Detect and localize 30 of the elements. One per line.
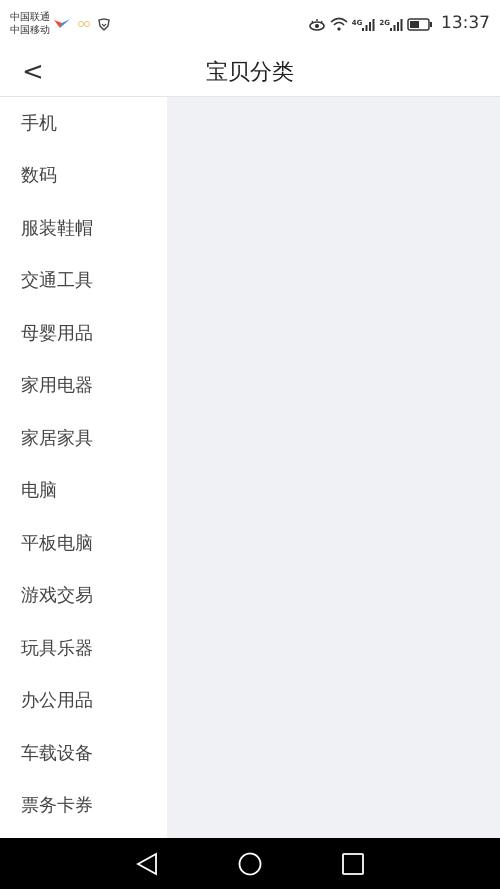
signal-icon bbox=[390, 18, 403, 30]
eye-icon bbox=[308, 18, 326, 30]
category-item[interactable]: 手机 bbox=[0, 97, 167, 150]
category-item[interactable]: 办公用品 bbox=[0, 674, 167, 727]
category-item[interactable]: 数码 bbox=[0, 150, 167, 202]
category-item[interactable]: 家用电器 bbox=[0, 360, 167, 412]
signal-icon bbox=[362, 18, 376, 30]
category-item[interactable]: 服装鞋帽 bbox=[0, 202, 167, 254]
battery-icon bbox=[407, 18, 433, 30]
category-item[interactable]: 游戏交易 bbox=[0, 570, 167, 622]
carrier-name: 中国移动 bbox=[10, 24, 50, 37]
home-nav-icon[interactable] bbox=[238, 852, 262, 876]
back-button[interactable]: < bbox=[0, 59, 66, 85]
category-item[interactable]: 票务卡券 bbox=[0, 780, 167, 832]
infinity-icon bbox=[78, 20, 90, 28]
page-title: 宝贝分类 bbox=[206, 58, 294, 86]
category-item[interactable]: 车载设备 bbox=[0, 727, 167, 780]
recents-nav-icon[interactable] bbox=[342, 852, 364, 874]
app-logo-icon bbox=[54, 19, 70, 29]
category-item[interactable]: 电脑 bbox=[0, 464, 167, 517]
carrier-name: 中国联通 bbox=[10, 11, 50, 24]
category-item[interactable]: 平板电脑 bbox=[0, 517, 167, 570]
wifi-icon bbox=[330, 17, 348, 31]
status-time: 13:37 bbox=[441, 12, 490, 36]
category-item[interactable]: 玩具乐器 bbox=[0, 622, 167, 674]
back-nav-icon[interactable] bbox=[136, 852, 158, 876]
shield-icon bbox=[98, 18, 110, 30]
category-item[interactable]: 母婴用品 bbox=[0, 307, 167, 360]
category-item[interactable]: 家居家具 bbox=[0, 412, 167, 464]
category-item[interactable]: 交通工具 bbox=[0, 254, 167, 307]
